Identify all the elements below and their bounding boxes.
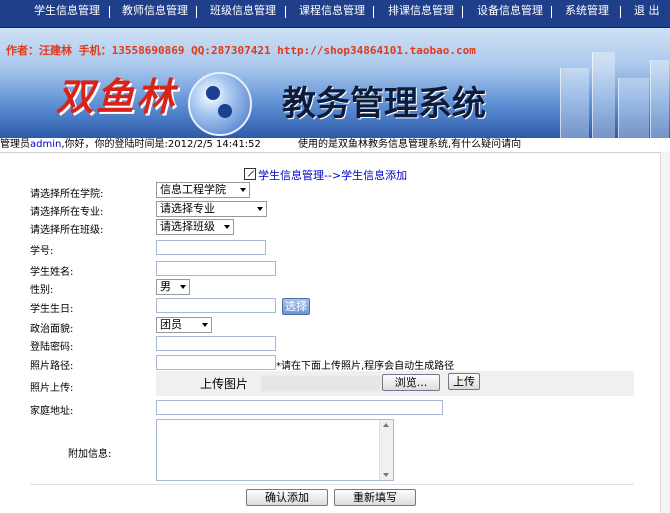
system-title: 教务管理系统 bbox=[282, 84, 486, 124]
major-select[interactable]: 请选择专业 bbox=[156, 201, 267, 217]
nav-teacher-info[interactable]: 教师信息管理 bbox=[122, 0, 188, 27]
extra-info-textarea[interactable] bbox=[156, 419, 394, 481]
address-input[interactable] bbox=[156, 400, 443, 415]
birthday-input[interactable] bbox=[156, 298, 276, 313]
reset-button[interactable]: 重新填写 bbox=[334, 489, 416, 506]
status-prefix: 管理员 bbox=[0, 139, 30, 150]
banner-building bbox=[618, 78, 649, 138]
birthday-label: 学生生日: bbox=[30, 304, 74, 315]
nav-separator bbox=[373, 6, 374, 18]
status-message: 使用的是双鱼林教务信息管理系统,有什么疑问请向 bbox=[298, 139, 522, 150]
college-select[interactable]: 信息工程学院 bbox=[156, 182, 250, 198]
scroll-down-icon[interactable] bbox=[383, 473, 389, 477]
nav-course-info[interactable]: 课程信息管理 bbox=[299, 0, 365, 27]
password-input[interactable] bbox=[156, 336, 276, 351]
status-bar: 管理员admin,你好，你的登陆时间是:2012/2/5 14:41:52 使用… bbox=[0, 138, 670, 153]
major-select-value: 请选择专业 bbox=[160, 202, 215, 215]
dropdown-arrow-icon bbox=[180, 285, 186, 289]
nav-logout[interactable]: 退 出 bbox=[634, 0, 660, 27]
banner-building bbox=[560, 68, 589, 138]
politics-select[interactable]: 团员 bbox=[156, 317, 212, 333]
textarea-scrollbar[interactable] bbox=[379, 420, 393, 480]
nav-separator bbox=[462, 6, 463, 18]
header-banner: 作者：汪建林 手机：13558690869 QQ:287307421 http:… bbox=[0, 28, 670, 138]
dropdown-arrow-icon bbox=[257, 207, 263, 211]
extra-info-label: 附加信息: bbox=[68, 449, 112, 460]
photo-upload-panel: 上传图片 浏览... 上传 bbox=[156, 371, 634, 396]
student-name-label: 学生姓名: bbox=[30, 267, 74, 278]
sex-label: 性别: bbox=[30, 285, 54, 296]
form-footer: 确认添加 重新填写 bbox=[30, 484, 634, 510]
password-label: 登陆密码: bbox=[30, 342, 74, 353]
photo-path-input[interactable] bbox=[156, 355, 276, 370]
address-label: 家庭地址: bbox=[30, 406, 74, 417]
photo-path-label: 照片路径: bbox=[30, 361, 74, 372]
top-navigation: 学生信息管理 教师信息管理 班级信息管理 课程信息管理 排课信息管理 设备信息管… bbox=[0, 0, 670, 28]
status-greeting: ,你好，你的登陆时间是:2012/2/5 14:41:52 bbox=[61, 139, 261, 150]
browse-button[interactable]: 浏览... bbox=[382, 374, 440, 391]
banner-building bbox=[650, 60, 669, 138]
politics-select-value: 团员 bbox=[160, 318, 182, 331]
nav-separator bbox=[620, 6, 621, 18]
window-right-edge bbox=[660, 152, 670, 513]
nav-system-management[interactable]: 系统管理 bbox=[565, 0, 609, 27]
birthday-picker-button[interactable]: 选择 bbox=[282, 298, 310, 315]
student-number-input[interactable] bbox=[156, 240, 266, 255]
edit-icon bbox=[244, 168, 256, 180]
scroll-up-icon[interactable] bbox=[383, 423, 389, 427]
college-select-value: 信息工程学院 bbox=[160, 183, 226, 196]
student-number-label: 学号: bbox=[30, 246, 54, 257]
logo-emblem-icon bbox=[188, 72, 252, 136]
breadcrumb: 学生信息管理-->学生信息添加 bbox=[244, 167, 407, 183]
nav-separator bbox=[285, 6, 286, 18]
author-contact-line: 作者：汪建林 手机：13558690869 QQ:287307421 http:… bbox=[6, 44, 476, 57]
upload-button[interactable]: 上传 bbox=[448, 373, 480, 390]
nav-separator bbox=[109, 6, 110, 18]
nav-class-info[interactable]: 班级信息管理 bbox=[210, 0, 276, 27]
emblem-dot bbox=[206, 86, 220, 100]
nav-student-info[interactable]: 学生信息管理 bbox=[34, 0, 100, 27]
nav-equipment-info[interactable]: 设备信息管理 bbox=[477, 0, 543, 27]
nav-schedule-info[interactable]: 排课信息管理 bbox=[388, 0, 454, 27]
college-label: 请选择所在学院: bbox=[30, 189, 104, 200]
status-username: admin bbox=[30, 139, 62, 150]
class-select-value: 请选择班级 bbox=[160, 220, 215, 233]
dropdown-arrow-icon bbox=[224, 225, 230, 229]
emblem-dot bbox=[218, 104, 232, 118]
class-select[interactable]: 请选择班级 bbox=[156, 219, 234, 235]
politics-label: 政治面貌: bbox=[30, 324, 74, 335]
student-name-input[interactable] bbox=[156, 261, 276, 276]
major-label: 请选择所在专业: bbox=[30, 207, 104, 218]
sex-select-value: 男 bbox=[160, 280, 171, 293]
sex-select[interactable]: 男 bbox=[156, 279, 190, 295]
file-path-field[interactable] bbox=[260, 375, 382, 392]
nav-separator bbox=[551, 6, 552, 18]
upload-title: 上传图片 bbox=[200, 377, 249, 391]
submit-button[interactable]: 确认添加 bbox=[246, 489, 328, 506]
class-label: 请选择所在班级: bbox=[30, 225, 104, 236]
photo-upload-label: 照片上传: bbox=[30, 383, 74, 394]
breadcrumb-text: 学生信息管理-->学生信息添加 bbox=[258, 169, 408, 182]
brand-logo: 双鱼林 bbox=[56, 74, 177, 119]
photo-path-note: *请在下面上传照片,程序会自动生成路径 bbox=[276, 361, 455, 372]
dropdown-arrow-icon bbox=[202, 323, 208, 327]
nav-separator bbox=[196, 6, 197, 18]
banner-building bbox=[592, 52, 615, 138]
dropdown-arrow-icon bbox=[240, 188, 246, 192]
